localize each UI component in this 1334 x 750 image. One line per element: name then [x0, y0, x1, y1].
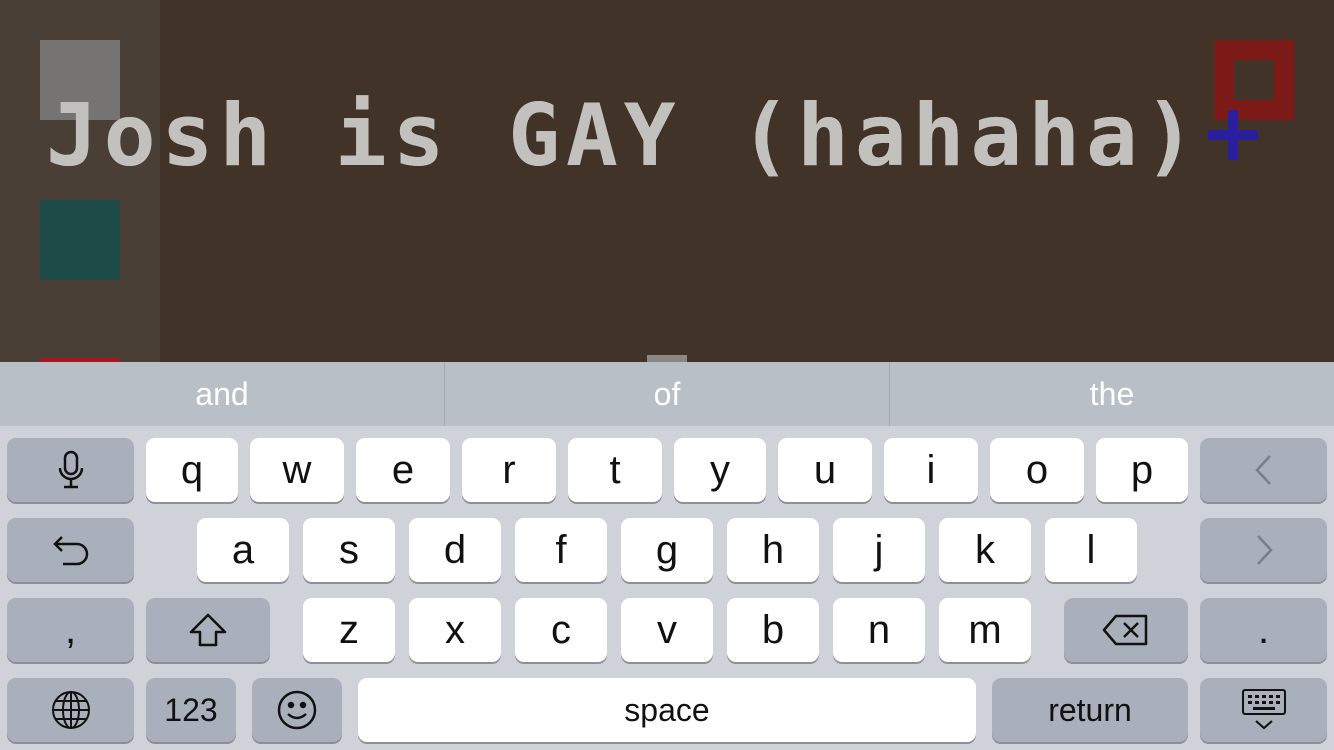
key-h[interactable]: h: [727, 518, 819, 582]
canvas-text: Josh is GAY (hahaha): [46, 86, 1202, 186]
keyboard-dismiss-key[interactable]: [1200, 678, 1327, 742]
key-k[interactable]: k: [939, 518, 1031, 582]
key-v[interactable]: v: [621, 598, 713, 662]
key-z[interactable]: z: [303, 598, 395, 662]
space-key-label: space: [624, 691, 710, 728]
comma-key[interactable]: ,: [7, 598, 134, 662]
key-q[interactable]: q: [146, 438, 238, 502]
shift-key[interactable]: [146, 598, 270, 662]
key-p[interactable]: p: [1096, 438, 1188, 502]
key-g[interactable]: g: [621, 518, 713, 582]
suggestion-1[interactable]: and: [0, 362, 444, 426]
key-s[interactable]: s: [303, 518, 395, 582]
arrow-right-icon: [1254, 534, 1274, 566]
key-f[interactable]: f: [515, 518, 607, 582]
key-e[interactable]: e: [356, 438, 450, 502]
swatch-teal[interactable]: [40, 200, 120, 280]
suggestion-bar: and of the: [0, 362, 1334, 426]
emoji-key[interactable]: [252, 678, 342, 742]
microphone-icon: [56, 450, 86, 490]
scroll-handle[interactable]: [647, 355, 687, 362]
key-b[interactable]: b: [727, 598, 819, 662]
key-n[interactable]: n: [833, 598, 925, 662]
key-u[interactable]: u: [778, 438, 872, 502]
cursor-right-key[interactable]: [1200, 518, 1327, 582]
key-x[interactable]: x: [409, 598, 501, 662]
key-c[interactable]: c: [515, 598, 607, 662]
key-m[interactable]: m: [939, 598, 1031, 662]
key-j[interactable]: j: [833, 518, 925, 582]
suggestion-2[interactable]: of: [444, 362, 889, 426]
emoji-icon: [276, 689, 318, 731]
delete-icon: [1102, 613, 1150, 647]
key-d[interactable]: d: [409, 518, 501, 582]
red-outline-square: [1214, 40, 1294, 120]
key-r[interactable]: r: [462, 438, 556, 502]
drawing-canvas[interactable]: Josh is GAY (hahaha): [0, 0, 1334, 362]
key-y[interactable]: y: [674, 438, 766, 502]
cursor-left-key[interactable]: [1200, 438, 1327, 502]
key-a[interactable]: a: [197, 518, 289, 582]
key-l[interactable]: l: [1045, 518, 1137, 582]
numbers-key-label: 123: [164, 691, 218, 728]
microphone-key[interactable]: [7, 438, 134, 502]
delete-key[interactable]: [1064, 598, 1188, 662]
space-key[interactable]: space: [358, 678, 976, 742]
return-key[interactable]: return: [992, 678, 1188, 742]
key-i[interactable]: i: [884, 438, 978, 502]
shift-icon: [188, 612, 228, 648]
key-w[interactable]: w: [250, 438, 344, 502]
undo-icon: [51, 534, 91, 566]
keyboard: q w e r t y u i o p a s d f g h j k l ,: [0, 426, 1334, 750]
return-key-label: return: [1048, 691, 1132, 728]
key-o[interactable]: o: [990, 438, 1084, 502]
suggestion-3[interactable]: the: [889, 362, 1334, 426]
globe-icon: [50, 689, 92, 731]
key-t[interactable]: t: [568, 438, 662, 502]
keyboard-dismiss-icon: [1241, 688, 1287, 732]
period-key[interactable]: .: [1200, 598, 1327, 662]
globe-key[interactable]: [7, 678, 134, 742]
numbers-key[interactable]: 123: [146, 678, 236, 742]
arrow-left-icon: [1254, 454, 1274, 486]
cursor-cross-icon: [1208, 110, 1260, 160]
undo-key[interactable]: [7, 518, 134, 582]
